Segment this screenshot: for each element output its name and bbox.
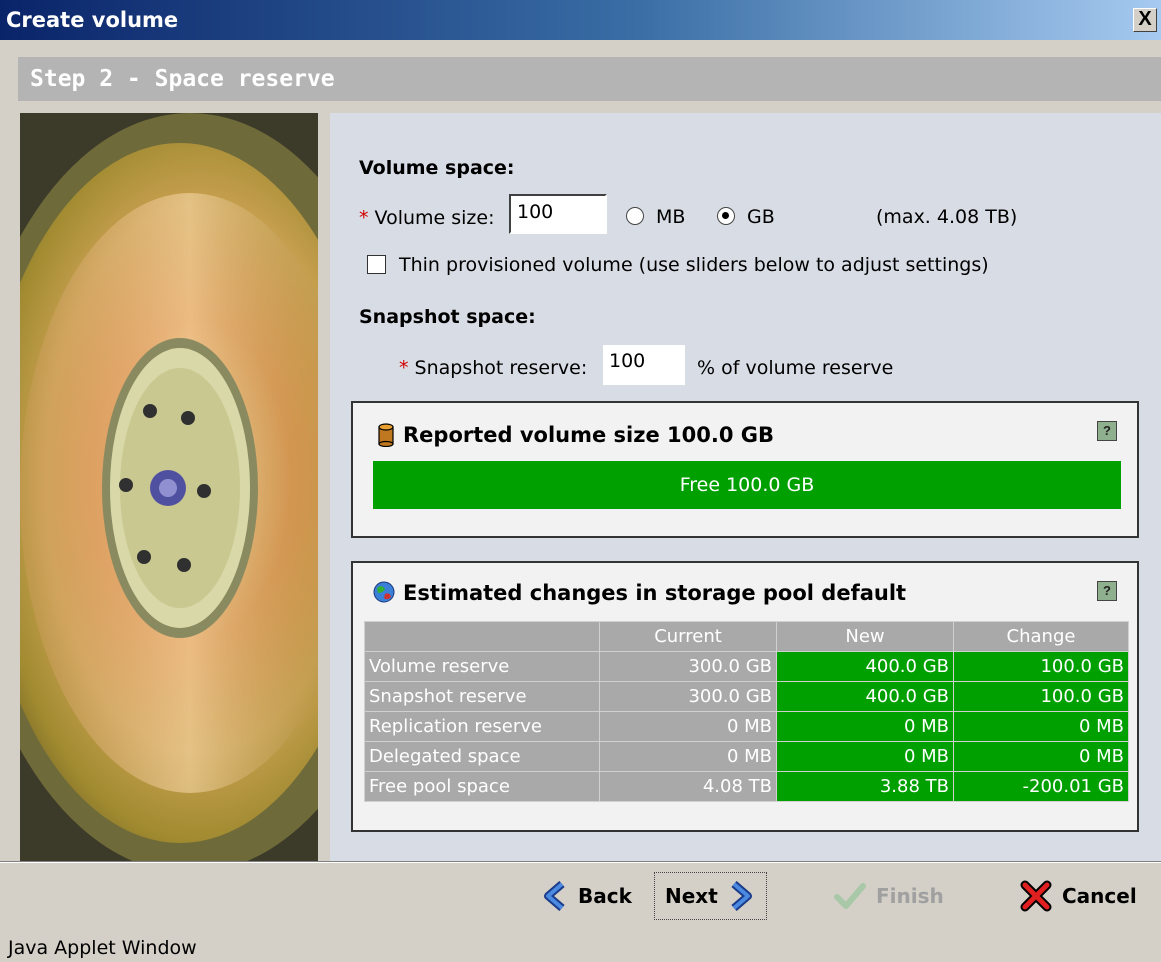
current-value: 300.0 GB bbox=[599, 681, 777, 712]
column-header-change: Change bbox=[953, 621, 1129, 652]
new-value: 400.0 GB bbox=[776, 651, 954, 682]
storage-pool-table: Current New Change Volume reserve 300.0 … bbox=[364, 621, 1129, 802]
reported-volume-panel: Reported volume size 100.0 GB ? Free 100… bbox=[351, 401, 1139, 538]
row-label: Volume reserve bbox=[364, 651, 600, 682]
volume-size-label: * Volume size: bbox=[359, 207, 495, 229]
table-row: Volume reserve 300.0 GB 400.0 GB 100.0 G… bbox=[364, 651, 1129, 682]
globe-icon bbox=[373, 581, 395, 603]
new-value: 0 MB bbox=[776, 711, 954, 742]
unit-mb-label[interactable]: MB bbox=[656, 206, 685, 228]
current-value: 300.0 GB bbox=[599, 651, 777, 682]
required-marker: * bbox=[399, 357, 409, 379]
chevron-right-icon bbox=[731, 881, 752, 911]
finish-button-label: Finish bbox=[876, 884, 944, 908]
estimated-changes-title: Estimated changes in storage pool defaul… bbox=[403, 581, 907, 605]
required-marker: * bbox=[359, 207, 369, 229]
next-button[interactable]: Next bbox=[654, 872, 767, 920]
database-icon bbox=[378, 423, 394, 447]
next-button-label: Next bbox=[665, 884, 718, 908]
unit-gb-radio[interactable] bbox=[717, 207, 735, 225]
change-value: 100.0 GB bbox=[953, 651, 1129, 682]
row-label: Delegated space bbox=[364, 741, 600, 772]
row-label: Snapshot reserve bbox=[364, 681, 600, 712]
snapshot-reserve-suffix: % of volume reserve bbox=[697, 357, 894, 379]
help-icon[interactable]: ? bbox=[1097, 421, 1117, 441]
snapshot-space-heading: Snapshot space: bbox=[359, 306, 536, 328]
status-bar: Java Applet Window bbox=[0, 932, 1161, 962]
step-title: Step 2 - Space reserve bbox=[30, 66, 335, 92]
change-value: 0 MB bbox=[953, 741, 1129, 772]
column-header-new: New bbox=[776, 621, 954, 652]
status-text: Java Applet Window bbox=[8, 937, 197, 959]
snapshot-reserve-label-text: Snapshot reserve: bbox=[414, 357, 588, 379]
change-value: 100.0 GB bbox=[953, 681, 1129, 712]
volume-size-label-text: Volume size: bbox=[374, 207, 495, 229]
footer-divider-highlight bbox=[0, 862, 1161, 863]
current-value: 0 MB bbox=[599, 741, 777, 772]
unit-gb-label[interactable]: GB bbox=[747, 206, 775, 228]
column-header bbox=[364, 621, 600, 652]
step-header: Step 2 - Space reserve bbox=[18, 57, 1161, 101]
max-size-text: (max. 4.08 TB) bbox=[876, 206, 1018, 228]
window-title-bar: Create volume X bbox=[0, 0, 1161, 40]
checkmark-icon bbox=[834, 883, 866, 909]
snapshot-reserve-input[interactable]: 100 bbox=[603, 345, 685, 385]
reported-volume-title: Reported volume size 100.0 GB bbox=[403, 423, 775, 447]
wizard-side-image bbox=[20, 113, 318, 861]
volume-free-bar: Free 100.0 GB bbox=[373, 461, 1121, 509]
chevron-left-icon bbox=[544, 881, 565, 911]
thin-provisioned-label[interactable]: Thin provisioned volume (use sliders bel… bbox=[399, 254, 989, 276]
close-button[interactable]: X bbox=[1133, 8, 1157, 32]
current-value: 0 MB bbox=[599, 711, 777, 742]
new-value: 400.0 GB bbox=[776, 681, 954, 712]
cancel-button-label: Cancel bbox=[1062, 884, 1137, 908]
unit-mb-radio[interactable] bbox=[626, 207, 644, 225]
window-title: Create volume bbox=[6, 8, 179, 32]
volume-size-input[interactable]: 100 bbox=[509, 194, 607, 234]
table-row: Delegated space 0 MB 0 MB 0 MB bbox=[364, 741, 1129, 772]
table-row: Free pool space 4.08 TB 3.88 TB -200.01 … bbox=[364, 771, 1129, 802]
cancel-button[interactable]: Cancel bbox=[1020, 870, 1137, 922]
new-value: 0 MB bbox=[776, 741, 954, 772]
finish-button[interactable]: Finish bbox=[834, 870, 944, 922]
row-label: Free pool space bbox=[364, 771, 600, 802]
thin-provisioned-checkbox[interactable] bbox=[367, 255, 386, 274]
table-header-row: Current New Change bbox=[364, 621, 1129, 652]
row-label: Replication reserve bbox=[364, 711, 600, 742]
estimated-changes-panel: Estimated changes in storage pool defaul… bbox=[351, 561, 1139, 832]
change-value: 0 MB bbox=[953, 711, 1129, 742]
snapshot-reserve-label: * Snapshot reserve: bbox=[399, 357, 587, 379]
change-value: -200.01 GB bbox=[953, 771, 1129, 802]
column-header-current: Current bbox=[599, 621, 777, 652]
cancel-x-icon bbox=[1020, 880, 1052, 912]
back-button-label: Back bbox=[578, 884, 632, 908]
new-value: 3.88 TB bbox=[776, 771, 954, 802]
table-row: Replication reserve 0 MB 0 MB 0 MB bbox=[364, 711, 1129, 742]
back-button[interactable]: Back bbox=[540, 870, 632, 922]
table-row: Snapshot reserve 300.0 GB 400.0 GB 100.0… bbox=[364, 681, 1129, 712]
wizard-content: Volume space: * Volume size: 100 MB GB (… bbox=[330, 113, 1161, 861]
current-value: 4.08 TB bbox=[599, 771, 777, 802]
disk-platter-illustration bbox=[20, 113, 318, 861]
volume-space-heading: Volume space: bbox=[359, 157, 515, 179]
help-icon[interactable]: ? bbox=[1097, 581, 1117, 601]
